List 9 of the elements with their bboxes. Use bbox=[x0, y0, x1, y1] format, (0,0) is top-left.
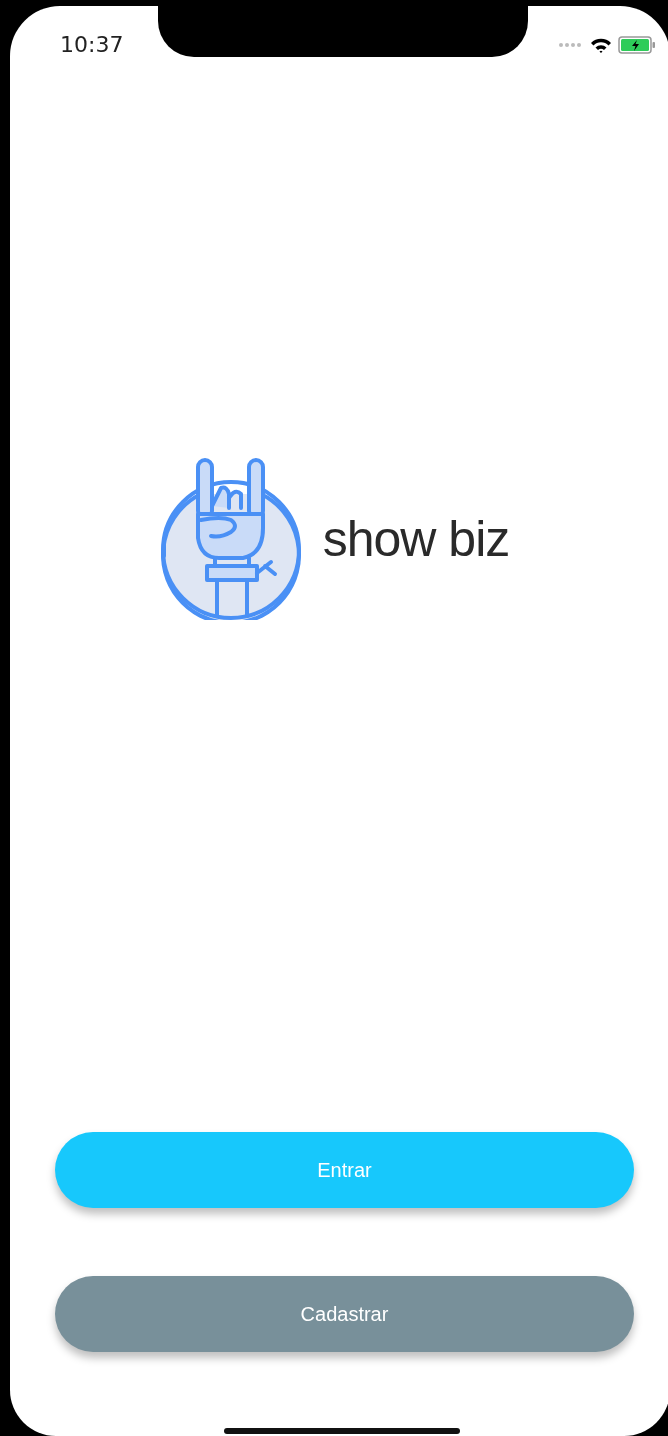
rock-hand-icon bbox=[160, 458, 303, 620]
status-time: 10:37 bbox=[60, 32, 124, 57]
signal-icon bbox=[558, 42, 584, 48]
home-indicator[interactable] bbox=[224, 1428, 460, 1434]
app-name: show biz bbox=[322, 510, 510, 568]
register-button[interactable]: Cadastrar bbox=[55, 1276, 634, 1352]
battery-icon bbox=[618, 36, 656, 54]
login-button[interactable]: Entrar bbox=[55, 1132, 634, 1208]
wifi-icon bbox=[590, 37, 612, 53]
